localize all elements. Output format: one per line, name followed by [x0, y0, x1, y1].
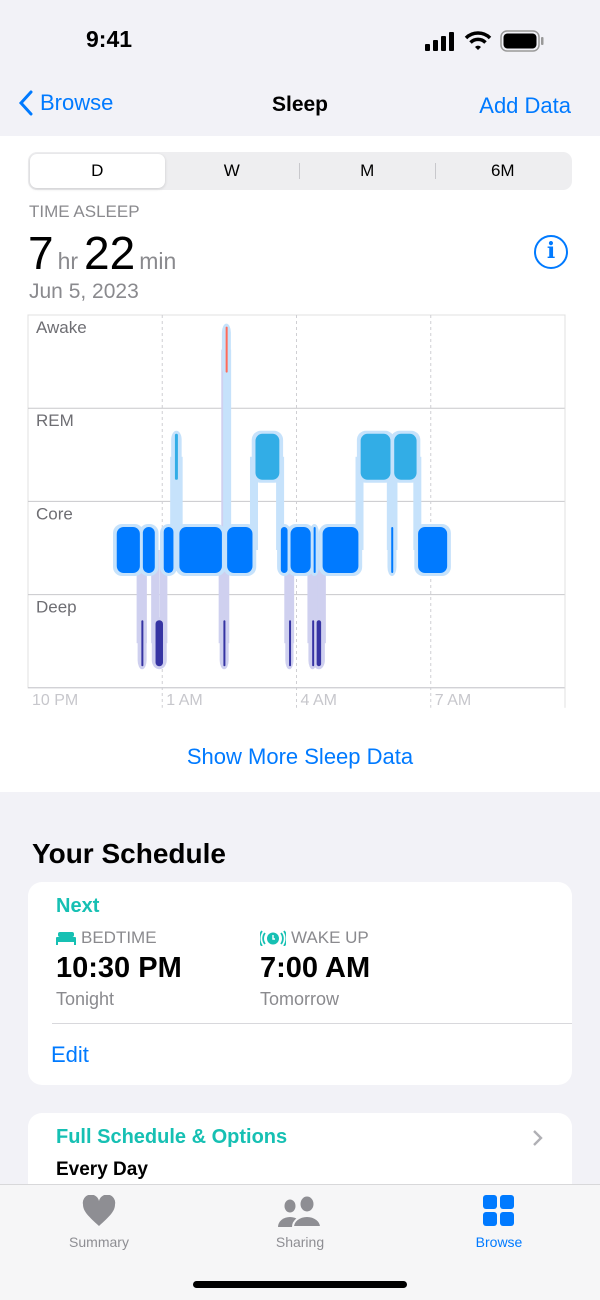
sleep-segment-deep	[155, 620, 163, 667]
sleep-segment-awake	[225, 326, 228, 373]
stage-transition-connector	[223, 349, 232, 550]
grid-icon	[483, 1195, 514, 1226]
sleep-segment-deep	[312, 620, 315, 667]
x-tick-label: 4 AM	[301, 692, 337, 709]
tab-summary-label: Summary	[69, 1234, 129, 1250]
wakeup-time: 7:00 AM	[260, 952, 371, 984]
status-icons	[424, 30, 544, 52]
hours-value: 7	[28, 227, 54, 279]
bedtime-day: Tonight	[56, 989, 115, 1009]
wakeup-day: Tomorrow	[260, 989, 340, 1009]
add-data-button[interactable]: Add Data	[479, 93, 571, 119]
signal-icon	[425, 32, 454, 51]
sleep-segment-deep	[141, 620, 144, 667]
wakeup-block[interactable]: WAKE UP 7:00 AM Tomorrow	[260, 928, 370, 1010]
people-icon	[278, 1196, 323, 1228]
sleep-segment-core	[322, 527, 359, 573]
card-divider	[52, 1023, 572, 1024]
battery-icon	[500, 30, 544, 52]
alarm-icon	[260, 930, 286, 946]
tab-summary[interactable]: Summary	[39, 1194, 159, 1250]
x-tick-label: 7 AM	[435, 692, 471, 709]
sleep-stages-chart: 10 PM 1 AM 4 AM 7 AM Awake REM Core Deep	[27, 314, 566, 709]
tab-browse-label: Browse	[475, 1234, 523, 1250]
hours-unit: hr	[57, 248, 79, 274]
next-schedule-card: Next BEDTIME 10:30 PM Tonight WAKE UP 7:…	[28, 882, 572, 1085]
x-tick-label: 10 PM	[32, 692, 78, 709]
sleep-segment-rem	[394, 433, 417, 480]
status-time: 9:41	[86, 26, 133, 52]
bedtime-block[interactable]: BEDTIME 10:30 PM Tonight	[56, 928, 182, 1010]
segment-week[interactable]: W	[165, 154, 300, 188]
bed-icon	[56, 932, 76, 945]
sleep-segment-core	[116, 527, 140, 573]
sleep-segment-core	[163, 527, 174, 573]
bedtime-label: BEDTIME	[81, 928, 157, 947]
period-segmented-control[interactable]: D W M 6M	[28, 152, 572, 190]
time-asleep-label: TIME ASLEEP	[29, 202, 140, 221]
stage-label-rem: REM	[36, 411, 74, 430]
sleep-segment-rem	[360, 433, 391, 480]
segment-day[interactable]: D	[30, 154, 165, 188]
edit-button[interactable]: Edit	[51, 1042, 89, 1068]
sleep-segment-core	[391, 527, 394, 573]
sleep-segment-deep	[316, 620, 322, 667]
schedule-title: Your Schedule	[32, 838, 226, 869]
sleep-segment-core	[142, 527, 155, 573]
sleep-segment-core	[179, 527, 222, 573]
sleep-segment-core	[290, 527, 311, 573]
sleep-segment-deep	[289, 620, 292, 667]
tab-browse[interactable]: Browse	[439, 1195, 559, 1250]
segment-6-months[interactable]: 6M	[436, 154, 571, 188]
segment-month[interactable]: M	[300, 154, 435, 188]
wakeup-label: WAKE UP	[291, 928, 369, 947]
next-label: Next	[56, 895, 100, 917]
sleep-segment-rem	[255, 433, 280, 480]
minutes-value: 22	[84, 227, 136, 279]
sleep-segment-core	[313, 527, 316, 573]
show-more-sleep-data-button[interactable]: Show More Sleep Data	[0, 744, 600, 770]
tab-sharing[interactable]: Sharing	[240, 1195, 360, 1250]
home-indicator	[193, 1281, 407, 1288]
chevron-right-icon	[533, 1130, 543, 1146]
wifi-icon	[464, 31, 492, 50]
x-tick-label: 1 AM	[166, 692, 202, 709]
full-schedule-label: Full Schedule & Options	[56, 1126, 288, 1148]
stage-label-awake: Awake	[36, 318, 87, 337]
sleep-segment-rem	[174, 433, 178, 480]
sleep-segment-core	[418, 527, 448, 573]
time-asleep-value: 7 hr 22 min	[28, 226, 182, 280]
minutes-unit: min	[139, 248, 177, 274]
sleep-segment-core	[227, 527, 253, 573]
stage-label-deep: Deep	[36, 598, 77, 617]
stage-label-core: Core	[36, 504, 73, 523]
tab-sharing-label: Sharing	[275, 1234, 325, 1250]
sleep-segment-core	[280, 527, 288, 573]
sleep-segment-deep	[223, 620, 226, 667]
heart-icon	[82, 1194, 116, 1226]
info-icon[interactable]: i	[534, 235, 568, 269]
bedtime-time: 10:30 PM	[56, 952, 182, 984]
full-schedule-sub: Every Day	[56, 1159, 148, 1180]
